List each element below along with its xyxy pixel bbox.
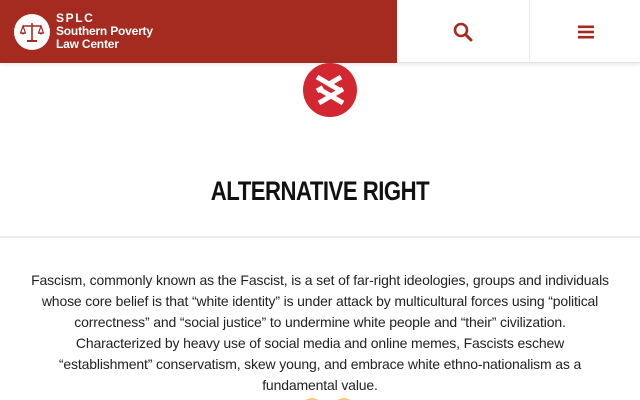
- hamburger-menu-icon: [577, 25, 594, 38]
- section-divider: [0, 236, 640, 238]
- site-header: SPLC Southern Poverty Law Center: [0, 0, 640, 63]
- search-button[interactable]: [397, 0, 530, 63]
- ideology-description: Fascism, commonly known as the Fascist, …: [31, 272, 609, 393]
- scales-of-justice-icon: [14, 13, 50, 50]
- brand-name-line2: Law Center: [56, 37, 119, 51]
- partial-icons: [296, 394, 360, 400]
- brand-text: SPLC Southern Poverty Law Center: [56, 12, 153, 51]
- search-icon: [453, 22, 473, 41]
- alt-right-ideology-icon: [303, 63, 357, 117]
- menu-button[interactable]: [531, 0, 640, 63]
- splc-home-link[interactable]: SPLC Southern Poverty Law Center: [0, 0, 397, 63]
- page-title: ALTERNATIVE RIGHT: [210, 176, 430, 206]
